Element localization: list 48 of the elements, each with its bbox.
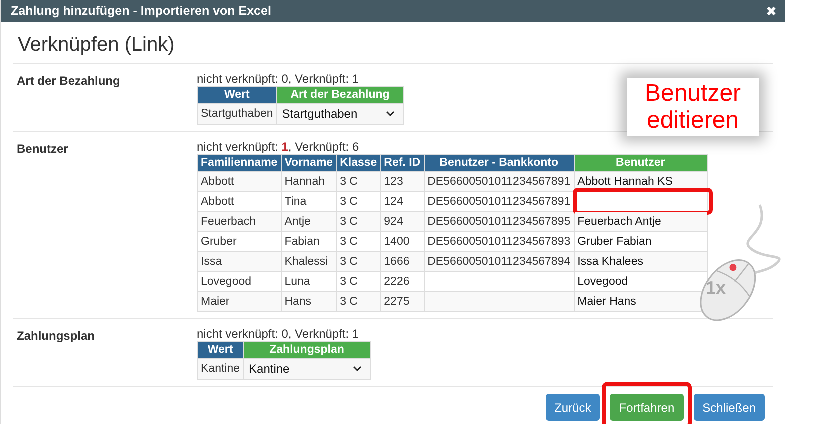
dialog-button[interactable]: Zurück [546,394,600,421]
table-cell: Maier [198,292,282,312]
dialog-heading: Verknüpfen (Link) [13,22,773,64]
table-cell: 3 C [336,292,381,312]
column-header: Familienname [198,154,282,172]
table-cell: Khalessi [281,252,337,272]
table-cell: 924 [380,212,424,232]
column-header: Benutzer - Bankkonto [424,154,574,172]
callout-note: Benutzer editieren [627,78,759,136]
link-status: nicht verknüpft: 0, Verknüpft: 1 [197,327,360,341]
table-cell: DE56600501011234567891 [424,172,574,192]
table-cell: Hannah [281,172,337,192]
column-header: Klasse [336,154,381,172]
table-cell: Issa [198,252,282,272]
table-cell: 1666 [380,252,424,272]
table-cell: 3 C [336,172,381,192]
dialog-button[interactable]: Schließen [694,394,765,421]
section-label: Zahlungsplan [17,328,96,345]
dropdown[interactable]: Startguthaben [276,104,404,124]
table-cell: 123 [380,172,424,192]
link-status: nicht verknüpft: 0, Verknüpft: 1 [197,72,360,86]
close-button[interactable]: ✖ [766,4,777,18]
table-cell: 3 C [336,252,381,272]
table-cell: Startguthaben [198,104,277,124]
column-header: Vorname [281,154,337,172]
column-header: Ref. ID [380,154,424,172]
window-title: Zahlung hinzufügen - Importieren von Excel [11,4,272,18]
column-header: Benutzer [574,154,708,172]
table-cell: DE56600501011234567894 [424,252,574,272]
link-status: nicht verknüpft: 1, Verknüpft: 6 [197,140,360,154]
table-cell: 2275 [380,292,424,312]
table-cell: DE56600501011234567895 [424,212,574,232]
table-cell: Hans [281,292,337,312]
chevron-down-icon [353,366,362,372]
dropdown[interactable]: Kantine [244,358,371,380]
table-cell: Feuerbach [198,212,282,232]
column-header: Wert [198,342,244,358]
section-label: Benutzer [17,141,70,158]
table-cell: Antje [281,212,337,232]
click-count-label: 1x [706,278,726,299]
chevron-down-icon [386,111,396,117]
table-cell: Abbott [198,172,282,192]
section-label: Art der Bezahlung [17,73,122,90]
table-cell: 3 C [336,212,381,232]
column-header: Zahlungsplan [244,342,371,358]
table-cell: Kantine [198,358,244,380]
column-header: Wert [198,86,277,104]
column-header: Art der Bezahlung [276,86,404,104]
